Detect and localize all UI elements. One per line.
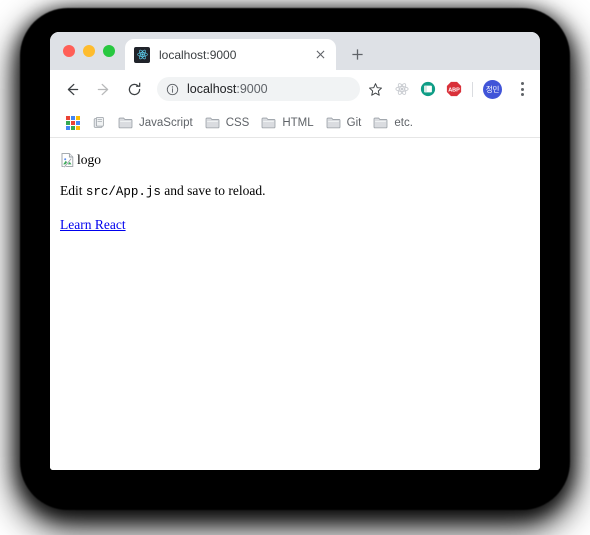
profile-avatar[interactable]: 정민 [483, 79, 502, 99]
reload-icon [128, 82, 140, 95]
learn-react-link[interactable]: Learn React [60, 217, 126, 233]
screenshot-stage: localhost:9000 localhost:9000 ABP 정민 Jav… [0, 0, 590, 535]
browser-toolbar: localhost:9000 ABP 정민 [50, 70, 540, 108]
browser-window: localhost:9000 localhost:9000 ABP 정민 Jav… [50, 32, 540, 470]
plus-icon [351, 48, 363, 60]
broken-image-alt-text: logo [77, 152, 102, 167]
address-bar-text: localhost:9000 [187, 82, 354, 96]
tab-strip: localhost:9000 [50, 32, 540, 70]
arrow-left-icon [67, 83, 78, 95]
bookmark-label: JavaScript [139, 116, 193, 129]
tab-title: localhost:9000 [159, 47, 237, 62]
site-info-icon[interactable] [166, 83, 179, 96]
bookmark-label: etc. [394, 116, 413, 129]
bookmark-folder-html[interactable]: HTML [255, 112, 319, 134]
page-instruction-paragraph: Edit src/App.js and save to reload. [60, 183, 540, 200]
folder-icon [326, 116, 341, 129]
bookmark-folder-git[interactable]: Git [320, 112, 368, 134]
google-apps-grid-icon [66, 115, 80, 130]
bookmark-google-apps[interactable] [60, 112, 86, 134]
folder-icon [118, 116, 133, 129]
paragraph-text-after: and save to reload. [160, 183, 266, 198]
maximize-window-button[interactable] [103, 45, 115, 57]
star-icon [368, 82, 382, 96]
toolbar-separator [472, 81, 473, 97]
close-tab-button[interactable] [312, 47, 328, 63]
window-traffic-lights [50, 32, 125, 70]
menu-dot [520, 82, 524, 86]
extensions-area: ABP 정민 [386, 79, 531, 99]
bookmark-folder-javascript[interactable]: JavaScript [112, 112, 199, 134]
bookmark-label: CSS [225, 116, 250, 129]
minimize-window-button[interactable] [83, 45, 95, 57]
address-bar[interactable]: localhost:9000 [157, 77, 360, 101]
url-host: localhost [187, 82, 237, 96]
browser-tab-localhost[interactable]: localhost:9000 [125, 39, 336, 70]
url-port: :9000 [236, 82, 268, 96]
profile-avatar-initials: 정민 [485, 84, 500, 94]
bookmark-star-button[interactable] [364, 78, 386, 100]
shortcut-icon [92, 116, 106, 130]
menu-dot [520, 92, 524, 96]
new-tab-button[interactable] [343, 40, 371, 68]
svg-text:ABP: ABP [448, 87, 460, 93]
forward-button[interactable] [90, 76, 116, 102]
bookmark-label: HTML [282, 116, 314, 129]
folder-icon [261, 116, 276, 129]
bookmark-label: Git [346, 116, 362, 129]
bookmark-shortcut[interactable] [86, 112, 112, 134]
adblock-plus-icon[interactable]: ABP [445, 81, 462, 98]
bookmark-folder-etc[interactable]: etc. [367, 112, 419, 134]
bookmarks-bar: JavaScript CSS HTML Git etc. [50, 108, 540, 138]
react-devtools-icon[interactable] [393, 81, 410, 98]
arrow-right-icon [97, 83, 108, 95]
menu-dot [520, 87, 524, 91]
reload-button[interactable] [121, 76, 147, 102]
paragraph-text-before: Edit [60, 183, 86, 198]
folder-icon [373, 116, 388, 129]
bookmark-folder-css[interactable]: CSS [199, 112, 256, 134]
close-window-button[interactable] [63, 45, 75, 57]
broken-image-placeholder: logo [60, 151, 540, 169]
folder-icon [205, 116, 220, 129]
paragraph-code: src/App.js [85, 185, 161, 199]
back-button[interactable] [59, 76, 85, 102]
react-favicon [134, 46, 150, 63]
extension-icon[interactable] [419, 81, 436, 98]
chrome-menu-button[interactable] [513, 79, 531, 99]
page-viewport: logo Edit src/App.js and save to reload.… [50, 138, 540, 470]
broken-image-icon [60, 152, 76, 168]
